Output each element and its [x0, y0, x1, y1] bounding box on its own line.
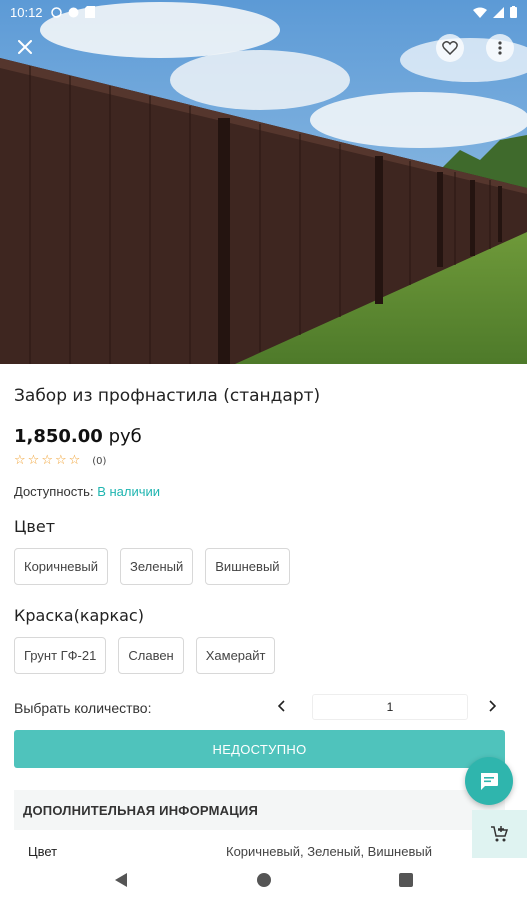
favorite-button[interactable] [436, 34, 464, 62]
product-price: 1,850.00 руб [14, 426, 142, 447]
chat-icon [481, 772, 498, 790]
star-outline-icon: ☆ [27, 453, 40, 468]
unavailable-button[interactable]: НЕДОСТУПНО [14, 730, 505, 768]
home-nav-icon[interactable] [257, 873, 271, 887]
battery-icon [510, 6, 517, 18]
quantity-label: Выбрать количество: [14, 700, 152, 716]
recents-nav-icon[interactable] [399, 873, 413, 887]
rating-count: (0) [92, 455, 107, 467]
rating[interactable]: ☆ ☆ ☆ ☆ ☆ (0) [14, 454, 106, 468]
more-vert-icon [498, 41, 502, 55]
chevron-left-icon [278, 700, 285, 712]
price-currency: руб [108, 426, 142, 447]
availability-value: В наличии [97, 484, 161, 499]
color-chip-brown[interactable]: Коричневый [14, 548, 108, 585]
paint-option-label: Краска(каркас) [14, 606, 144, 625]
close-button[interactable] [10, 32, 40, 62]
paint-chip-hammerite[interactable]: Хамерайт [195, 637, 276, 674]
star-outline-icon: ☆ [41, 453, 53, 468]
paint-chip-slaven[interactable]: Славен [118, 637, 184, 674]
spec-key-color: Цвет [28, 844, 58, 859]
price-amount: 1,850.00 [14, 426, 103, 447]
quantity-input[interactable]: 1 [312, 694, 468, 720]
chevron-right-icon [489, 700, 496, 712]
add-to-cart-button[interactable] [472, 810, 527, 858]
spec-value-color: Коричневый, Зеленый, Вишневый [226, 844, 432, 859]
wifi-icon [473, 7, 487, 18]
product-title: Забор из профнастила (стандарт) [14, 386, 321, 406]
status-bar: 10:12 [0, 0, 527, 24]
quantity-decrease-button[interactable] [272, 694, 292, 718]
notification-dot-icon [50, 6, 62, 18]
app-notification-icon [68, 7, 79, 17]
chat-button[interactable] [465, 757, 513, 805]
status-time: 10:12 [10, 4, 43, 20]
availability-label: Доступность: [14, 484, 94, 499]
availability: Доступность: В наличии [14, 484, 160, 499]
color-options: Коричневый Зеленый Вишневый [14, 548, 290, 585]
star-outline-icon: ☆ [68, 453, 81, 468]
heart-icon [442, 41, 458, 55]
star-outline-icon: ☆ [14, 453, 26, 468]
signal-icon [493, 6, 504, 18]
color-chip-cherry[interactable]: Вишневый [205, 548, 290, 585]
additional-info-header[interactable]: ДОПОЛНИТЕЛЬНАЯ ИНФОРМАЦИЯ [14, 790, 505, 830]
status-system-icons [473, 6, 517, 18]
status-notification-icons [50, 6, 95, 18]
quantity-increase-button[interactable] [482, 694, 502, 718]
color-chip-green[interactable]: Зеленый [120, 548, 194, 585]
close-icon [18, 40, 32, 54]
paint-chip-primer[interactable]: Грунт ГФ-21 [14, 637, 107, 674]
add-to-cart-icon [490, 826, 508, 842]
paint-options: Грунт ГФ-21 Славен Хамерайт [14, 637, 276, 674]
sd-card-icon [84, 6, 95, 18]
color-option-label: Цвет [14, 517, 56, 536]
more-options-button[interactable] [486, 34, 514, 62]
star-outline-icon: ☆ [54, 453, 67, 468]
back-nav-icon[interactable] [114, 872, 128, 888]
